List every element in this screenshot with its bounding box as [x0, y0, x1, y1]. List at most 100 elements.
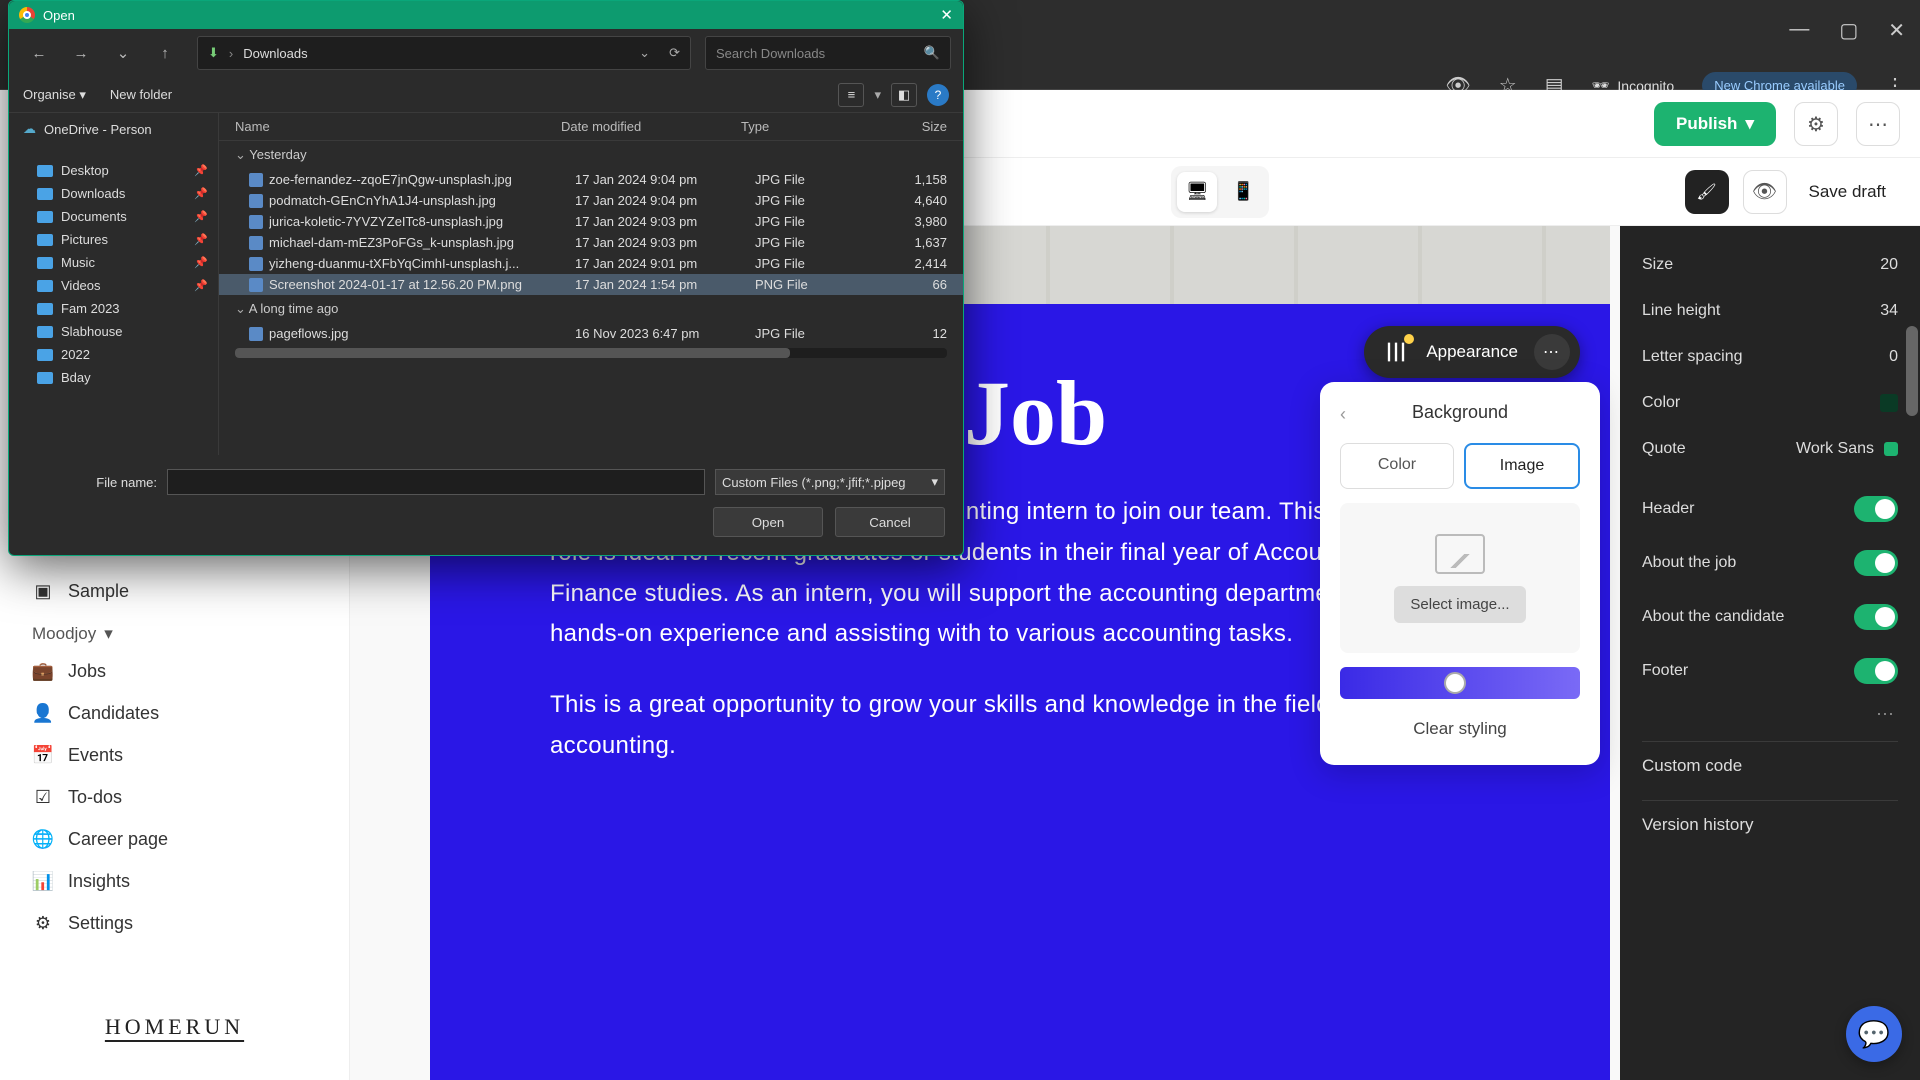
toggle-switch[interactable]	[1854, 550, 1898, 576]
overlay-slider[interactable]	[1340, 667, 1580, 699]
refresh-button[interactable]: ⟳	[669, 45, 680, 61]
tree-onedrive[interactable]: ☁ OneDrive - Person	[9, 117, 218, 141]
tree-item[interactable]: Fam 2023	[9, 297, 218, 320]
appearance-more-button[interactable]: ⋯	[1534, 334, 1570, 370]
tree-item[interactable]: Music📌	[9, 251, 218, 274]
window-maximize-icon[interactable]: ▢	[1839, 18, 1858, 43]
appearance-label: Appearance	[1426, 342, 1518, 362]
organise-button[interactable]: Organise ▾	[23, 87, 86, 103]
popover-back-button[interactable]: ‹	[1340, 404, 1346, 425]
sidebar-item-todos[interactable]: ☑To-dos	[20, 776, 329, 818]
preview-pane-button[interactable]: ◧	[891, 83, 917, 107]
filename-input[interactable]	[167, 469, 705, 495]
prop-custom-code[interactable]: Custom code	[1642, 741, 1898, 790]
background-popover: ‹ Background Color Image Select image...…	[1320, 382, 1600, 765]
column-headers[interactable]: Name Date modified Type Size	[219, 113, 963, 141]
file-row[interactable]: michael-dam-mEZ3PoFGs_k-unsplash.jpg17 J…	[219, 232, 963, 253]
prop-letter-spacing[interactable]: Letter spacing0	[1642, 334, 1898, 380]
tree-item[interactable]: Bday	[9, 366, 218, 389]
view-list-button[interactable]: ≡	[838, 83, 864, 107]
bg-tab-color[interactable]: Color	[1340, 443, 1454, 489]
horizontal-scrollbar[interactable]	[235, 348, 947, 358]
tree-item[interactable]: Videos📌	[9, 274, 218, 297]
prop-size[interactable]: Size20	[1642, 242, 1898, 288]
nav-up-button[interactable]: ↑	[147, 37, 183, 69]
dialog-close-button[interactable]: ✕	[940, 6, 953, 24]
tree-item[interactable]: 2022	[9, 343, 218, 366]
folder-icon	[37, 372, 53, 384]
help-button[interactable]: ?	[927, 84, 949, 106]
file-row[interactable]: pageflows.jpg16 Nov 2023 6:47 pmJPG File…	[219, 323, 963, 344]
toggle-switch[interactable]	[1854, 496, 1898, 522]
open-button[interactable]: Open	[713, 507, 823, 537]
file-type-filter[interactable]: Custom Files (*.png;*.jfif;*.pjpeg▾	[715, 469, 945, 495]
search-input[interactable]: Search Downloads 🔍	[705, 36, 951, 70]
tree-item[interactable]: Pictures📌	[9, 228, 218, 251]
folder-icon	[37, 280, 53, 292]
group-long-ago[interactable]: A long time ago	[219, 295, 963, 323]
tree-item[interactable]: Slabhouse	[9, 320, 218, 343]
tree-item[interactable]: Desktop📌	[9, 159, 218, 182]
slider-handle[interactable]	[1444, 672, 1466, 694]
sidebar-section-moodjoy[interactable]: Moodjoy ▾	[20, 612, 329, 650]
mobile-view-button[interactable]: 📱	[1223, 172, 1263, 212]
file-row[interactable]: Screenshot 2024-01-17 at 12.56.20 PM.png…	[219, 274, 963, 295]
help-bubble[interactable]: 💬	[1846, 1006, 1902, 1062]
nav-back-button[interactable]: ←	[21, 37, 57, 69]
sidebar-item-jobs[interactable]: 💼Jobs	[20, 650, 329, 692]
sidebar-item-candidates[interactable]: 👤Candidates	[20, 692, 329, 734]
prop-line-height[interactable]: Line height34	[1642, 288, 1898, 334]
search-icon: 🔍	[924, 45, 940, 61]
sidebar-item-career[interactable]: 🌐Career page	[20, 818, 329, 860]
sidebar-item-insights[interactable]: 📊Insights	[20, 860, 329, 902]
scrollbar[interactable]	[1906, 326, 1918, 416]
more-button[interactable]: ⋯	[1856, 102, 1900, 146]
sidebar-item-settings[interactable]: ⚙Settings	[20, 902, 329, 944]
section-more[interactable]: ⋯	[1642, 698, 1898, 731]
new-folder-button[interactable]: New folder	[110, 87, 172, 103]
window-minimize-icon[interactable]: —	[1789, 18, 1809, 43]
folder-icon	[37, 303, 53, 315]
paint-button[interactable]: 🖌	[1685, 170, 1729, 214]
preview-button[interactable]: 👁	[1743, 170, 1787, 214]
folder-icon	[37, 349, 53, 361]
font-swatch[interactable]	[1884, 442, 1898, 456]
color-swatch[interactable]	[1880, 394, 1898, 412]
appearance-bar[interactable]: Appearance ⋯	[1364, 326, 1580, 378]
file-row[interactable]: yizheng-duanmu-tXFbYqCimhI-unsplash.j...…	[219, 253, 963, 274]
save-draft-button[interactable]: Save draft	[1801, 172, 1895, 212]
path-bar[interactable]: ⬇ › Downloads ⌄ ⟳	[197, 36, 691, 70]
dialog-titlebar[interactable]: Open ✕	[9, 1, 963, 29]
publish-button[interactable]: Publish▾	[1654, 102, 1776, 146]
prop-quote[interactable]: QuoteWork Sans	[1642, 426, 1898, 472]
popover-title: Background	[1412, 402, 1508, 422]
cancel-button[interactable]: Cancel	[835, 507, 945, 537]
tree-item[interactable]: Documents📌	[9, 205, 218, 228]
select-image-button[interactable]: Select image...	[1394, 586, 1525, 623]
prop-version-history[interactable]: Version history	[1642, 800, 1898, 849]
toggle-switch[interactable]	[1854, 604, 1898, 630]
file-row[interactable]: podmatch-GEnCnYhA1J4-unsplash.jpg17 Jan …	[219, 190, 963, 211]
nav-forward-button[interactable]: →	[63, 37, 99, 69]
prop-color[interactable]: Color	[1642, 380, 1898, 426]
chart-icon: 📊	[32, 870, 54, 892]
file-row[interactable]: jurica-koletic-7YVZYZeITc8-unsplash.jpg1…	[219, 211, 963, 232]
folder-icon	[37, 188, 53, 200]
desktop-view-button[interactable]: 🖥	[1177, 172, 1217, 212]
sidebar-item-sample[interactable]: ▣ Sample	[20, 570, 329, 612]
file-row[interactable]: zoe-fernandez--zqoE7jnQgw-unsplash.jpg17…	[219, 169, 963, 190]
group-yesterday[interactable]: Yesterday	[219, 141, 963, 169]
window-close-icon[interactable]: ✕	[1888, 18, 1905, 43]
settings-button[interactable]: ⚙	[1794, 102, 1838, 146]
bg-tab-image[interactable]: Image	[1464, 443, 1580, 489]
view-dropdown-icon[interactable]: ▾	[874, 87, 881, 103]
tree-item[interactable]: Downloads📌	[9, 182, 218, 205]
sidebar-item-events[interactable]: 📅Events	[20, 734, 329, 776]
path-dropdown-button[interactable]: ⌄	[639, 45, 650, 61]
clear-styling-button[interactable]: Clear styling	[1340, 713, 1580, 745]
sidebar-item-label: Jobs	[68, 661, 106, 682]
toggle-switch[interactable]	[1854, 658, 1898, 684]
folder-icon	[37, 257, 53, 269]
nav-recent-button[interactable]: ⌄	[105, 37, 141, 69]
appearance-icon	[1382, 338, 1410, 366]
